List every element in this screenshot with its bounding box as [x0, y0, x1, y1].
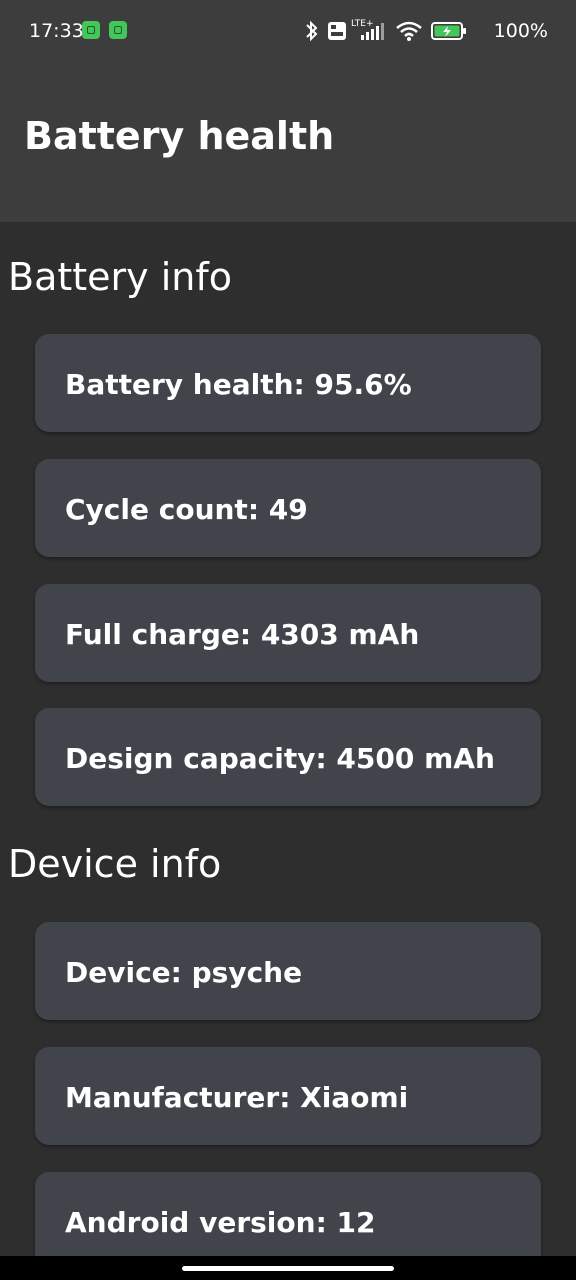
status-bar: 17:33 LTE+ 100% — [0, 0, 576, 62]
section-title-battery-info: Battery info — [8, 255, 232, 299]
status-time: 17:33 — [29, 20, 84, 42]
info-card-battery-health[interactable]: Battery health: 95.6% — [35, 334, 541, 432]
navigation-bar — [0, 1256, 576, 1280]
section-title-device-info: Device info — [8, 842, 222, 886]
info-card-design-capacity[interactable]: Design capacity: 4500 mAh — [35, 708, 541, 806]
battery-percent: 100% — [493, 20, 548, 42]
info-card-full-charge[interactable]: Full charge: 4303 mAh — [35, 584, 541, 682]
gesture-handle[interactable] — [182, 1266, 394, 1271]
network-type-label: LTE+ — [351, 19, 374, 29]
page-title: Battery health — [24, 114, 335, 158]
info-card-text: Cycle count: 49 — [65, 493, 308, 526]
lte-signal-icon: LTE+ — [351, 19, 384, 40]
wifi-icon — [396, 21, 422, 41]
battery-charging-icon — [431, 22, 466, 40]
bluetooth-icon — [306, 20, 318, 42]
info-card-text: Full charge: 4303 mAh — [65, 618, 420, 651]
notification-app-icon — [109, 21, 127, 39]
info-card-text: Battery health: 95.6% — [65, 368, 412, 401]
info-card-text: Design capacity: 4500 mAh — [65, 742, 495, 775]
info-card-text: Manufacturer: Xiaomi — [65, 1081, 409, 1114]
notification-app-icon — [82, 21, 100, 39]
info-card-text: Android version: 12 — [65, 1206, 376, 1239]
info-card-manufacturer[interactable]: Manufacturer: Xiaomi — [35, 1047, 541, 1145]
info-card-cycle-count[interactable]: Cycle count: 49 — [35, 459, 541, 557]
status-icons: LTE+ 100% — [303, 17, 548, 45]
volte-icon — [328, 22, 346, 40]
info-card-device[interactable]: Device: psyche — [35, 922, 541, 1020]
app-bar: Battery health — [0, 62, 576, 222]
info-card-text: Device: psyche — [65, 956, 303, 989]
